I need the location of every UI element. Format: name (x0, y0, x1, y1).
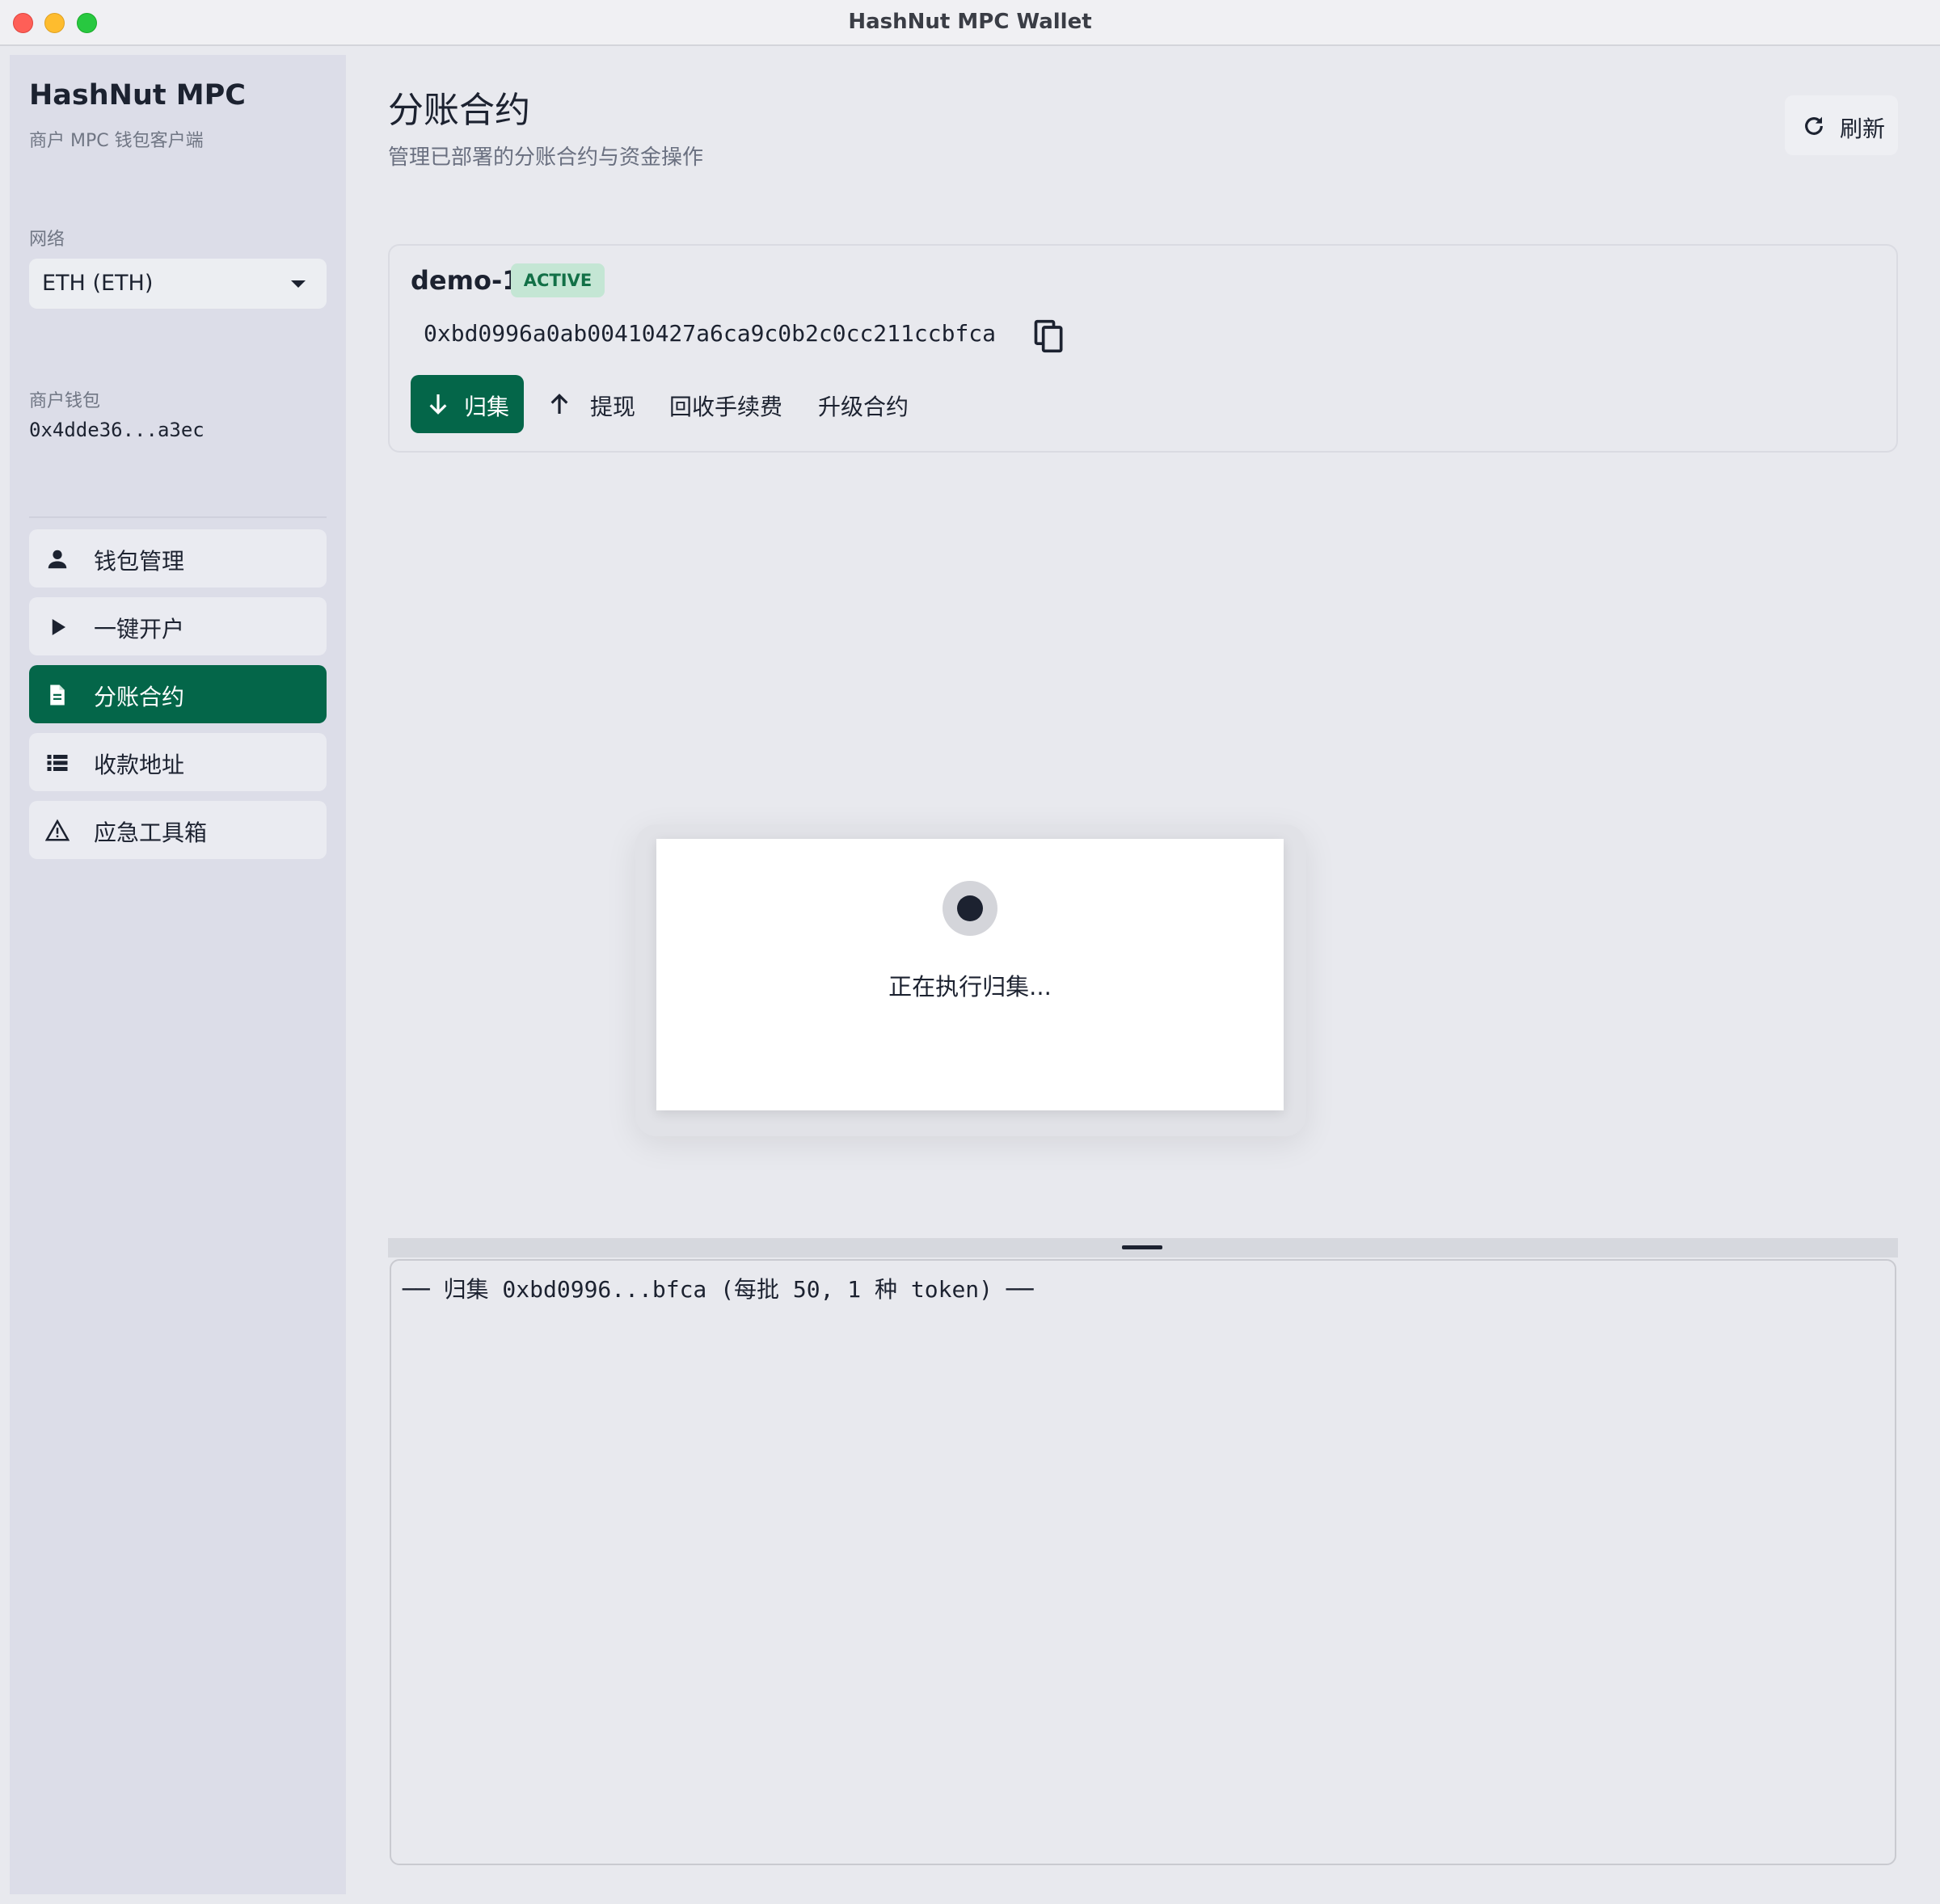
app-brand-subtitle: 商户 MPC 钱包客户端 (29, 131, 204, 151)
sidebar: HashNut MPC 商户 MPC 钱包客户端 网络 ETH (ETH) 商户… (10, 55, 346, 1894)
app-brand: HashNut MPC (29, 79, 246, 112)
page-title: 分账合约 (388, 90, 530, 131)
person-icon (48, 550, 67, 569)
log-panel[interactable]: ── 归集 0xbd0996...bfca (每批 50, 1 种 token)… (390, 1259, 1896, 1865)
sidebar-item-one-click-account[interactable]: 一键开户 (29, 597, 327, 655)
sidebar-item-label: 收款地址 (94, 752, 185, 778)
refresh-button-label: 刷新 (1840, 116, 1886, 142)
sidebar-item-label: 分账合约 (94, 684, 185, 710)
play-icon (52, 619, 65, 635)
merchant-wallet-address: 0x4dde36...a3ec (29, 419, 205, 441)
log-line: ── 归集 0xbd0996...bfca (每批 50, 1 种 token)… (403, 1276, 1034, 1303)
contract-address: 0xbd0996a0ab00410427a6ca9c0b2c0cc211ccbf… (424, 320, 997, 347)
sidebar-item-receiving-address[interactable]: 收款地址 (29, 733, 327, 791)
sidebar-divider (29, 516, 327, 518)
sidebar-item-emergency-toolbox[interactable]: 应急工具箱 (29, 801, 327, 859)
log-splitter[interactable] (388, 1238, 1898, 1257)
copy-icon[interactable] (1031, 317, 1067, 356)
arrow-up-icon (550, 394, 568, 414)
list-icon (47, 755, 68, 771)
progress-dialog: 正在执行归集... (656, 839, 1284, 1110)
network-select[interactable]: ETH (ETH) (29, 259, 327, 309)
page-subtitle: 管理已部署的分账合约与资金操作 (388, 145, 704, 170)
refresh-button[interactable]: 刷新 (1785, 95, 1898, 155)
refresh-icon (1805, 116, 1823, 135)
title-bar: HashNut MPC Wallet (0, 0, 1940, 46)
network-select-value: ETH (ETH) (42, 271, 154, 296)
network-label: 网络 (29, 230, 65, 250)
arrow-down-icon (429, 394, 447, 415)
collect-button[interactable]: 归集 (411, 375, 524, 433)
reclaim-fee-button[interactable]: 回收手续费 (669, 390, 782, 422)
spinner-icon (943, 881, 997, 936)
status-badge: ACTIVE (511, 263, 605, 297)
progress-message: 正在执行归集... (888, 973, 1052, 1000)
sidebar-item-label: 应急工具箱 (94, 819, 208, 846)
warning-icon (45, 819, 70, 841)
window-title: HashNut MPC Wallet (848, 10, 1092, 34)
withdraw-button[interactable]: 提现 (590, 390, 635, 422)
drag-handle-icon[interactable] (1122, 1245, 1162, 1249)
sidebar-item-wallet-management[interactable]: 钱包管理 (29, 529, 327, 588)
collect-button-label: 归集 (464, 394, 510, 420)
sidebar-item-label: 一键开户 (94, 616, 185, 642)
document-icon (50, 685, 65, 706)
contract-name: demo-1 (411, 265, 521, 296)
merchant-wallet-label: 商户钱包 (29, 391, 101, 411)
chevron-down-icon (291, 280, 306, 288)
contract-card: demo-1 ACTIVE 0xbd0996a0ab00410427a6ca9c… (388, 244, 1898, 453)
sidebar-item-split-contract[interactable]: 分账合约 (29, 665, 327, 723)
sidebar-item-label: 钱包管理 (94, 548, 185, 575)
upgrade-contract-button[interactable]: 升级合约 (818, 390, 909, 422)
